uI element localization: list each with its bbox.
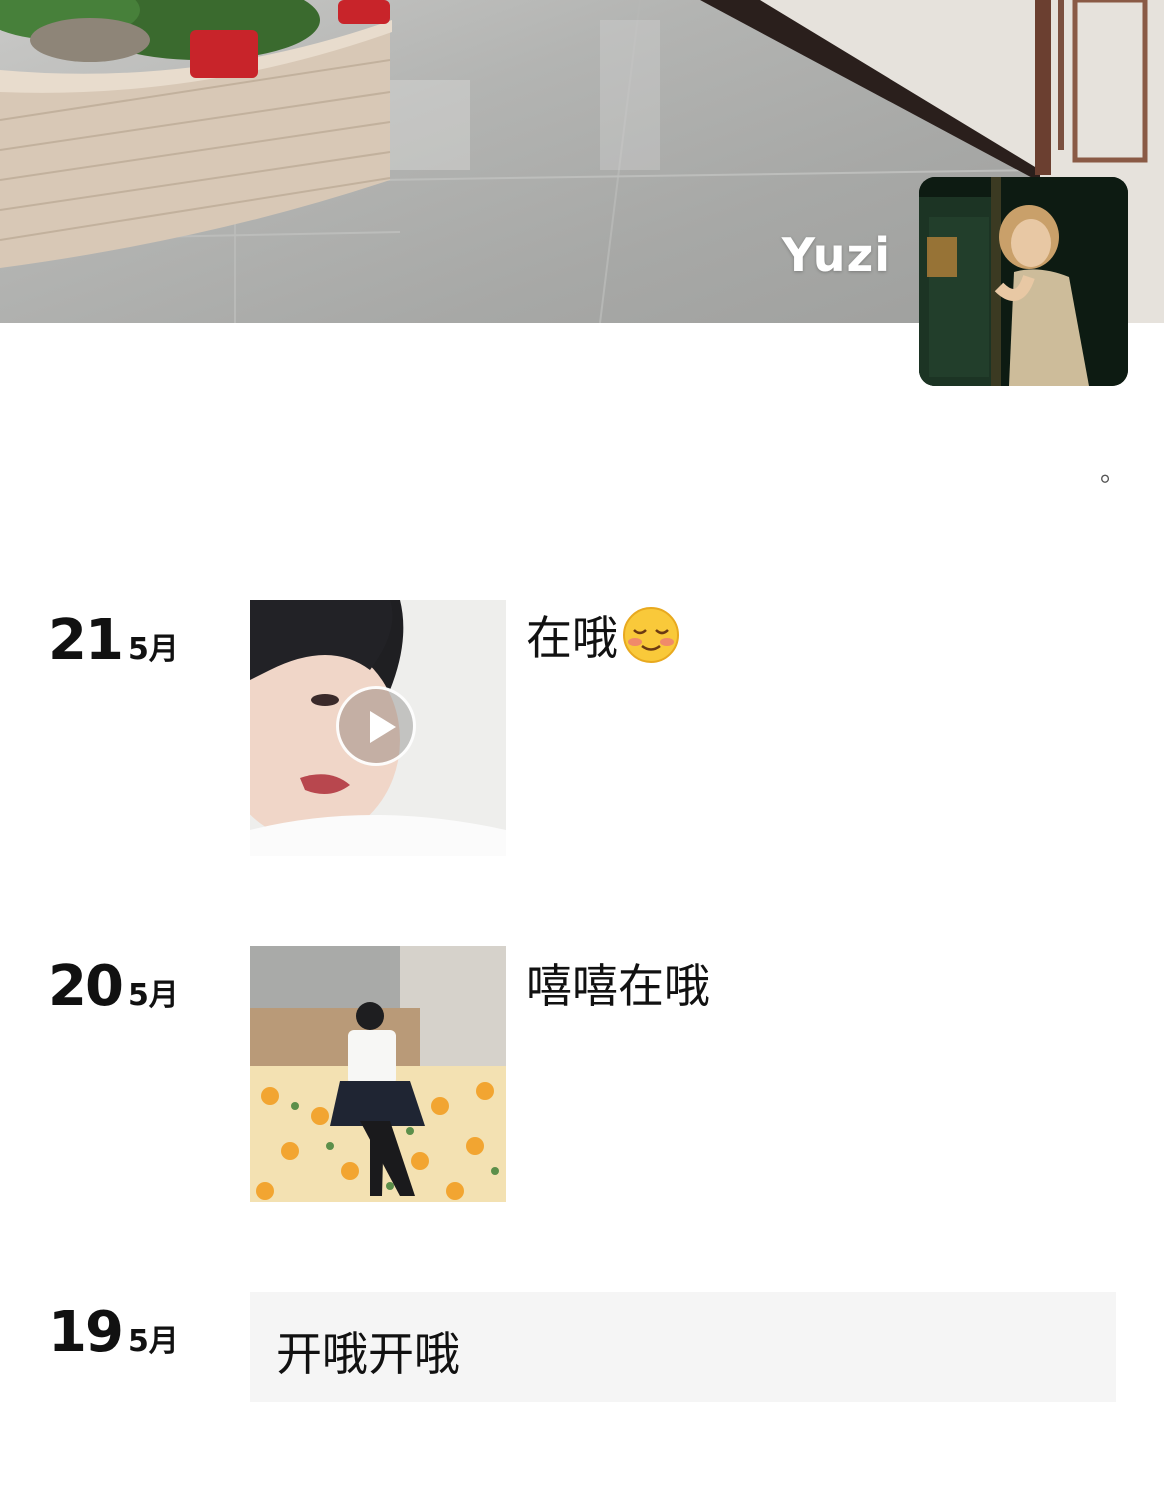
post-day: 20 [48, 954, 124, 1019]
avatar-image [919, 177, 1128, 386]
video-thumbnail[interactable] [250, 600, 506, 856]
photo-thumbnail-image [250, 946, 506, 1202]
post-caption: 开哦开哦 [276, 1327, 460, 1381]
post-caption-text: 在哦 [526, 611, 618, 665]
text-post-card[interactable]: 开哦开哦 [250, 1292, 1116, 1402]
post-month: 5月 [127, 632, 179, 667]
post-date: 21 5月 [48, 608, 179, 673]
play-icon[interactable] [336, 686, 416, 766]
blushing-smile-icon [623, 607, 679, 663]
post-month: 5月 [127, 1324, 179, 1359]
profile-avatar[interactable] [919, 177, 1128, 386]
post-caption: 嘻嘻在哦 [526, 959, 710, 1013]
post-date: 19 5月 [48, 1300, 179, 1365]
post-month: 5月 [127, 978, 179, 1013]
post-caption: 在哦 [526, 602, 680, 668]
post-date: 20 5月 [48, 954, 179, 1019]
photo-thumbnail[interactable] [250, 946, 506, 1202]
profile-name[interactable]: Yuzi [782, 228, 891, 282]
profile-signature: 。 [1099, 458, 1126, 488]
post-day: 21 [48, 608, 124, 673]
post-day: 19 [48, 1300, 124, 1365]
